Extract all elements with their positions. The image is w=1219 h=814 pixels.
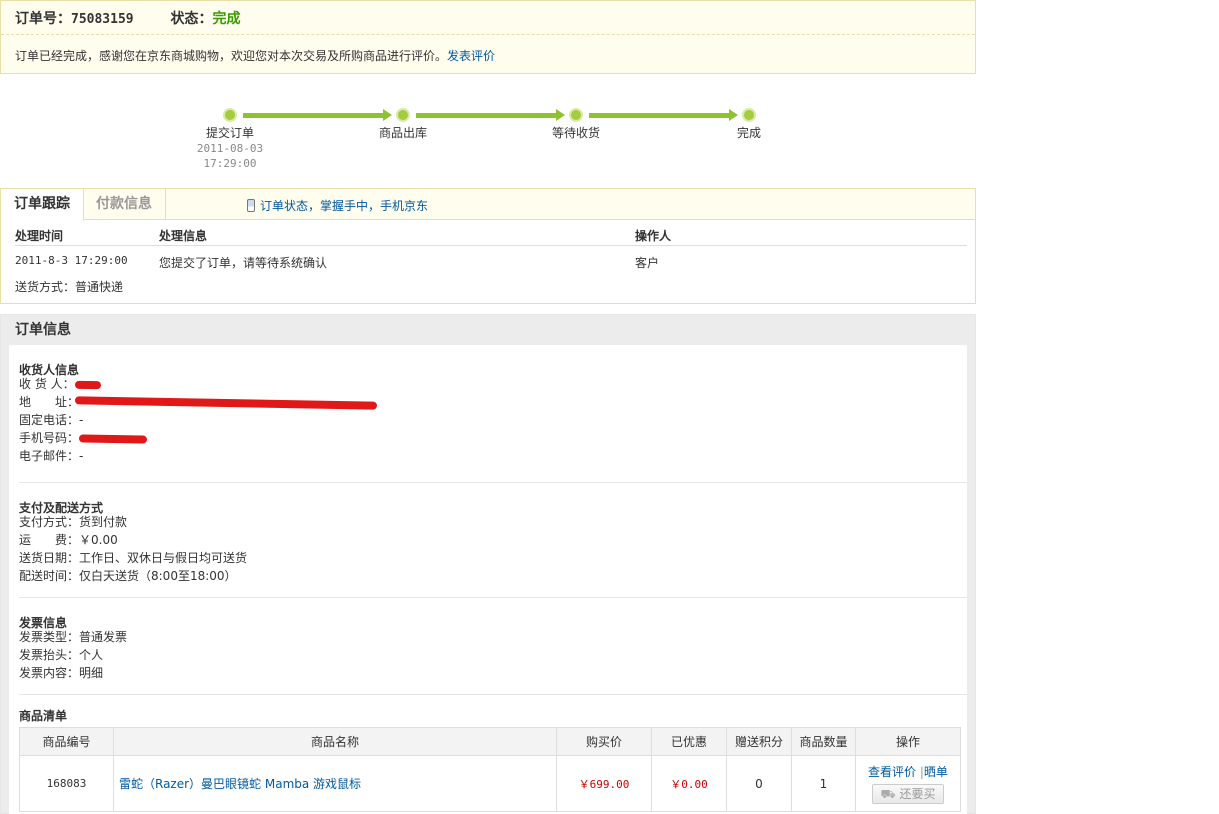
redacted-address — [74, 395, 378, 410]
completion-message: 订单已经完成，感谢您在京东商城购物，欢迎您对本次交易及所购商品进行评价。发表评价 — [1, 35, 975, 64]
product-table: 商品编号 商品名称 购买价 已优惠 赠送积分 商品数量 操作 168083 雷蛇… — [19, 727, 961, 812]
step-label-complete: 完成 — [736, 126, 761, 140]
receiver-email-value: - — [79, 449, 84, 463]
invoice-head: 发票抬头：个人 — [19, 648, 104, 662]
tab-payment-info[interactable]: 付款信息 — [83, 189, 166, 220]
mobile-link-text: 订单状态，掌握手中，手机京东 — [260, 199, 429, 213]
progress-arrow-3 — [729, 109, 738, 121]
col-product-name: 商品名称 — [113, 727, 557, 756]
product-discount: ￥0.00 — [651, 755, 727, 812]
col-price: 购买价 — [556, 727, 652, 756]
receiver-address-line: 地 址： — [19, 393, 967, 411]
receiver-address-label: 地 址： — [19, 395, 80, 409]
delivery-date: 送货日期：工作日、双休日与假日均可送货 — [19, 551, 248, 565]
progress-node-waiting — [569, 108, 583, 122]
track-info: 您提交了订单，请等待系统确认 — [159, 256, 328, 270]
completion-text: 订单已经完成，感谢您在京东商城购物，欢迎您对本次交易及所购商品进行评价。 — [15, 49, 448, 63]
product-ops: 查看评价 |晒单 ⛟ 还要买 — [855, 755, 961, 812]
step-label-shipped: 商品出库 — [378, 126, 427, 140]
tracking-table: 处理时间 处理信息 操作人 2011-8-3 17:29:00 您提交了订单，请… — [15, 220, 967, 272]
progress-bar-2 — [416, 113, 556, 118]
share-order-link[interactable]: 晒单 — [924, 765, 948, 779]
table-row: 2011-8-3 17:29:00 您提交了订单，请等待系统确认 客户 — [15, 246, 967, 272]
receiver-title: 收货人信息 — [19, 363, 80, 377]
col-product-id: 商品编号 — [19, 727, 114, 756]
invoice-content: 发票内容：明细 — [19, 666, 104, 680]
buy-again-button[interactable]: ⛟ 还要买 — [872, 784, 944, 804]
col-points: 赠送积分 — [726, 727, 792, 756]
write-review-link[interactable]: 发表评价 — [447, 49, 495, 63]
status-label: 状态： — [170, 11, 213, 27]
freight: 运 费：￥0.00 — [19, 533, 118, 547]
product-price: ￥699.00 — [556, 755, 652, 812]
buy-again-label: 还要买 — [899, 787, 936, 801]
status-value: 完成 — [212, 11, 241, 27]
col-qty: 商品数量 — [791, 727, 856, 756]
redacted-mobile — [78, 433, 148, 444]
product-name-link[interactable]: 雷蛇（Razer）曼巴眼镜蛇 Mamba 游戏鼠标 — [113, 755, 557, 812]
order-title-row: 订单号：75083159 状态：完成 — [1, 1, 975, 35]
payment-title: 支付及配送方式 — [19, 501, 104, 515]
redacted-name — [74, 380, 101, 389]
mobile-phone-icon — [247, 199, 255, 212]
order-number: 75083159 — [71, 12, 134, 27]
step-date-submit: 2011-08-03 — [196, 142, 264, 155]
receiver-email-label: 电子邮件： — [19, 449, 80, 463]
receiver-name-label: 收 货 人： — [19, 377, 75, 391]
tracking-tabs: 订单跟踪 付款信息 订单状态，掌握手中，手机京东 — [1, 189, 975, 221]
col-ops: 操作 — [855, 727, 961, 756]
order-number-label: 订单号： — [15, 11, 71, 27]
order-detail-page: 订单号：75083159 状态：完成 订单已经完成，感谢您在京东商城购物，欢迎您… — [0, 0, 976, 814]
receiver-phone-line: 固定电话：- — [19, 411, 967, 429]
invoice-type: 发票类型：普通发票 — [19, 630, 128, 644]
order-info-body: 收货人信息 收 货 人： 地 址： 固定电话：- 手机号码： 电子邮件：- 支付… — [9, 345, 967, 814]
product-qty: 1 — [791, 755, 856, 812]
product-section: 商品清单 商品编号 商品名称 购买价 已优惠 赠送积分 商品数量 操作 1680… — [19, 695, 967, 812]
product-list-title: 商品清单 — [19, 709, 68, 723]
pay-method: 支付方式：货到付款 — [19, 515, 128, 529]
progress-bar-1 — [243, 113, 383, 118]
progress-arrow-2 — [556, 109, 565, 121]
progress-node-submit — [223, 108, 237, 122]
order-tracking-panel: 订单跟踪 付款信息 订单状态，掌握手中，手机京东 处理时间 处理信息 操作人 2… — [0, 188, 976, 304]
product-id: 168083 — [19, 755, 114, 812]
tracking-table-header: 处理时间 处理信息 操作人 — [15, 220, 967, 246]
invoice-section: 发票信息 发票类型：普通发票 发票抬头：个人 发票内容：明细 — [19, 598, 967, 695]
receiver-email-line: 电子邮件：- — [19, 447, 967, 465]
receiver-mobile-line: 手机号码： — [19, 429, 967, 447]
view-review-link[interactable]: 查看评价 — [868, 765, 916, 779]
order-info-panel: 订单信息 收货人信息 收 货 人： 地 址： 固定电话：- 手机号码： 电子邮件… — [0, 314, 976, 814]
track-operator: 客户 — [635, 256, 660, 270]
col-discount: 已优惠 — [651, 727, 727, 756]
cart-icon: ⛟ — [880, 787, 896, 801]
delivery-method: 送货方式：普通快递 — [15, 280, 124, 294]
progress-arrow-1 — [383, 109, 392, 121]
col-info: 处理信息 — [159, 229, 208, 243]
order-header: 订单号：75083159 状态：完成 订单已经完成，感谢您在京东商城购物，欢迎您… — [0, 0, 976, 74]
step-label-waiting: 等待收货 — [551, 126, 600, 140]
receiver-phone-label: 固定电话： — [19, 413, 80, 427]
progress-node-complete — [742, 108, 756, 122]
receiver-phone-value: - — [79, 413, 84, 427]
payment-section: 支付及配送方式 支付方式：货到付款 运 费：￥0.00 送货日期：工作日、双休日… — [19, 483, 967, 598]
step-label-submit: 提交订单 — [205, 126, 254, 140]
receiver-name-line: 收 货 人： — [19, 375, 967, 393]
delivery-time: 配送时间：仅白天送货（8:00至18:00） — [19, 569, 237, 583]
receiver-mobile-label: 手机号码： — [19, 431, 80, 445]
col-time: 处理时间 — [15, 229, 64, 243]
order-info-title: 订单信息 — [15, 322, 71, 338]
progress-node-shipped — [396, 108, 410, 122]
invoice-title: 发票信息 — [19, 616, 68, 630]
receiver-section: 收货人信息 收 货 人： 地 址： 固定电话：- 手机号码： 电子邮件：- — [19, 345, 967, 483]
col-operator: 操作人 — [635, 229, 672, 243]
product-table-header: 商品编号 商品名称 购买价 已优惠 赠送积分 商品数量 操作 — [19, 727, 961, 756]
tab-order-tracking[interactable]: 订单跟踪 — [1, 189, 84, 221]
table-row: 168083 雷蛇（Razer）曼巴眼镜蛇 Mamba 游戏鼠标 ￥699.00… — [19, 755, 961, 812]
order-progress: 提交订单 2011-08-03 17:29:00 商品出库 等待收货 完成 — [0, 74, 976, 188]
mobile-jd-link[interactable]: 订单状态，掌握手中，手机京东 — [247, 197, 428, 214]
progress-bar-3 — [589, 113, 729, 118]
track-time: 2011-8-3 17:29:00 — [15, 254, 128, 267]
step-time-submit: 17:29:00 — [203, 157, 257, 170]
product-points: 0 — [726, 755, 792, 812]
